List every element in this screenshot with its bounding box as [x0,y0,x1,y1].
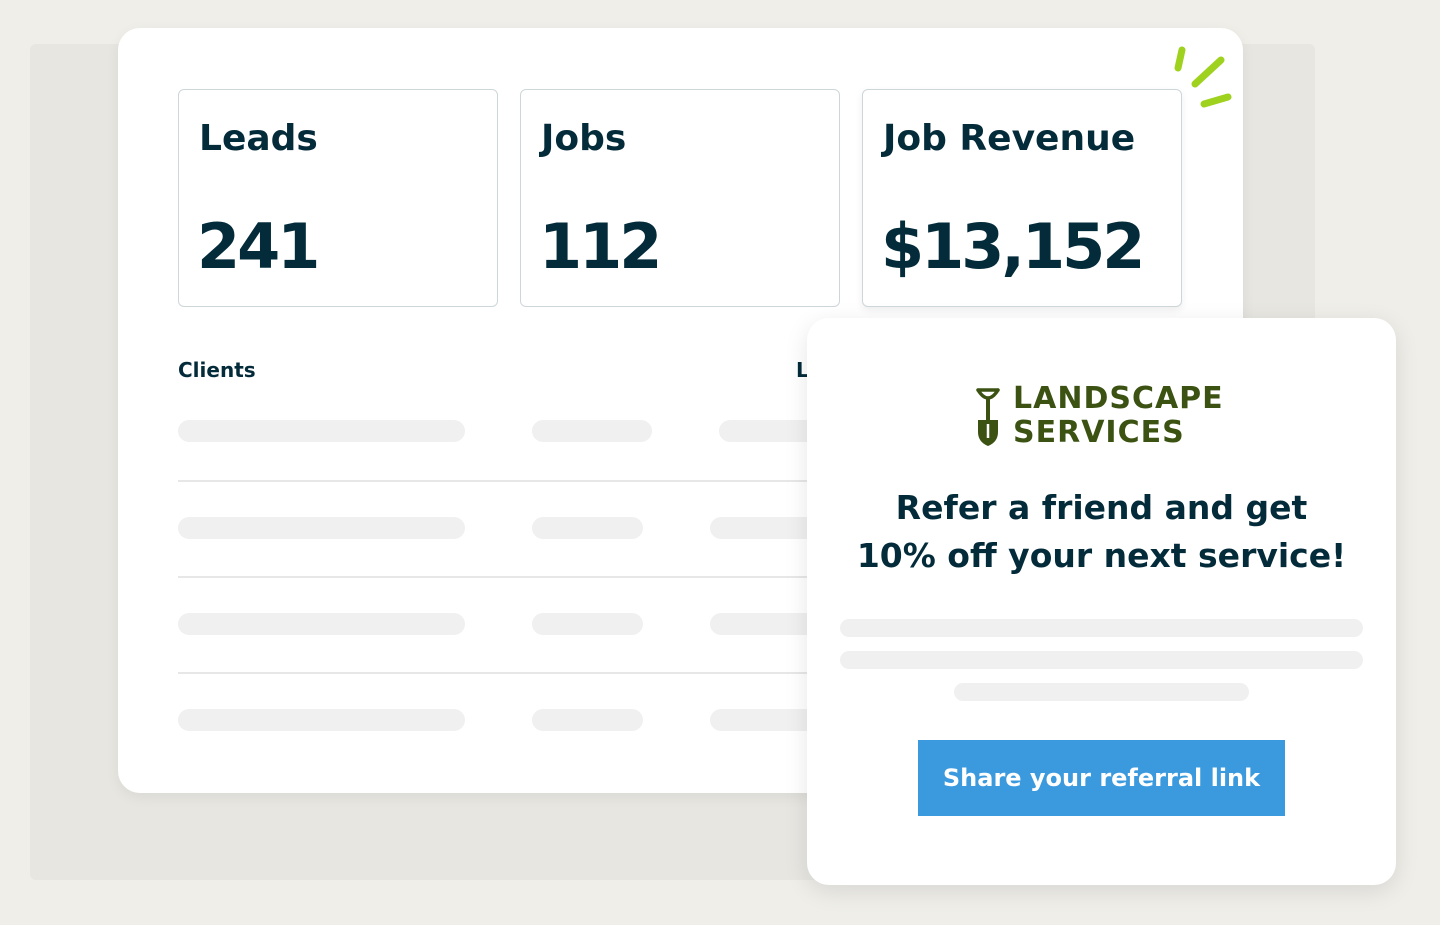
text-placeholder [840,619,1363,637]
row-divider [178,480,838,482]
jobs-label: Jobs [541,118,627,159]
referral-headline-line-2: 10% off your next service! [856,536,1347,575]
brand-name: LANDSCAPE SERVICES [1013,382,1224,450]
leads-value: 241 [197,210,320,283]
table-row-placeholder [178,613,465,635]
referral-headline: Refer a friend and get 10% off your next… [827,484,1376,580]
row-divider [178,576,838,578]
job-revenue-label: Job Revenue [883,118,1136,159]
clients-column-header: Clients [178,358,256,382]
job-revenue-card: Job Revenue $13,152 [862,89,1182,307]
job-revenue-value: $13,152 [881,210,1145,283]
leads-label: Leads [199,118,318,159]
share-referral-link-button[interactable]: Share your referral link [918,740,1285,816]
table-row-placeholder [532,517,643,539]
table-row-placeholder [532,709,643,731]
referral-headline-line-1: Refer a friend and get [895,488,1308,527]
shovel-icon [976,388,1000,446]
jobs-value: 112 [539,210,662,283]
text-placeholder [840,651,1363,669]
brand-name-line-2: SERVICES [1013,415,1185,450]
leads-card: Leads 241 [178,89,498,307]
table-row-placeholder [532,613,643,635]
sparkle-icon [1174,46,1232,108]
landscape-services-logo: LANDSCAPE SERVICES [975,382,1255,452]
table-row-placeholder [178,517,465,539]
jobs-card: Jobs 112 [520,89,840,307]
row-divider [178,672,838,674]
table-row-placeholder [532,420,652,442]
table-row-placeholder [178,420,465,442]
text-placeholder [954,683,1249,701]
brand-name-line-1: LANDSCAPE [1013,381,1224,416]
referral-card: LANDSCAPE SERVICES Refer a friend and ge… [807,318,1396,885]
table-row-placeholder [178,709,465,731]
